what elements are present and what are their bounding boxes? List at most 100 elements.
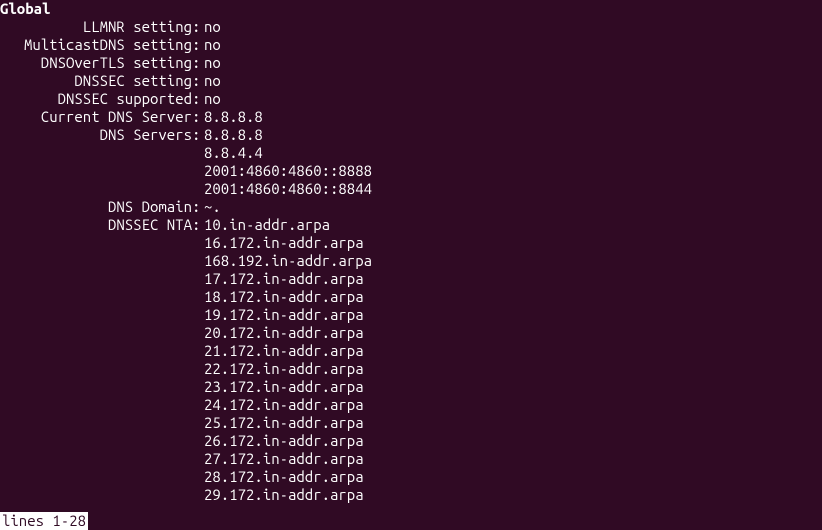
setting-row: DNS Domain:~. — [0, 198, 822, 216]
setting-label: DNSSEC setting — [0, 72, 192, 90]
colon-separator — [192, 378, 200, 396]
colon-separator: : — [192, 18, 200, 36]
setting-value: 2001:4860:4860::8888 — [200, 162, 372, 180]
colon-separator — [192, 306, 200, 324]
colon-separator — [192, 144, 200, 162]
setting-label — [0, 288, 192, 306]
setting-label — [0, 252, 192, 270]
setting-value: ~. — [200, 198, 221, 216]
colon-separator: : — [192, 198, 200, 216]
setting-label — [0, 324, 192, 342]
colon-separator — [192, 450, 200, 468]
setting-label: DNSSEC supported — [0, 90, 192, 108]
setting-label — [0, 450, 192, 468]
setting-label: MulticastDNS setting — [0, 36, 192, 54]
setting-row: Current DNS Server:8.8.8.8 — [0, 108, 822, 126]
setting-row: 16.172.in-addr.arpa — [0, 234, 822, 252]
setting-row: 20.172.in-addr.arpa — [0, 324, 822, 342]
setting-label — [0, 414, 192, 432]
setting-value: 8.8.4.4 — [200, 144, 263, 162]
setting-label: DNSOverTLS setting — [0, 54, 192, 72]
setting-value: 24.172.in-addr.arpa — [200, 396, 364, 414]
setting-row: 19.172.in-addr.arpa — [0, 306, 822, 324]
setting-value: 17.172.in-addr.arpa — [200, 270, 364, 288]
setting-value: no — [200, 18, 221, 36]
setting-row: DNS Servers:8.8.8.8 — [0, 126, 822, 144]
setting-row: DNSSEC NTA:10.in-addr.arpa — [0, 216, 822, 234]
colon-separator: : — [192, 36, 200, 54]
setting-row: 25.172.in-addr.arpa — [0, 414, 822, 432]
setting-label: DNS Domain — [0, 198, 192, 216]
colon-separator: : — [192, 54, 200, 72]
colon-separator — [192, 180, 200, 198]
setting-value: 10.in-addr.arpa — [200, 216, 330, 234]
setting-label — [0, 468, 192, 486]
colon-separator — [192, 414, 200, 432]
pager-status-line[interactable]: lines 1-28 — [0, 512, 88, 530]
colon-separator — [192, 162, 200, 180]
setting-value: 25.172.in-addr.arpa — [200, 414, 364, 432]
colon-separator: : — [192, 126, 200, 144]
setting-row: 27.172.in-addr.arpa — [0, 450, 822, 468]
setting-value: 21.172.in-addr.arpa — [200, 342, 364, 360]
setting-value: no — [200, 90, 221, 108]
setting-label — [0, 342, 192, 360]
colon-separator — [192, 360, 200, 378]
colon-separator — [192, 252, 200, 270]
setting-row: DNSSEC setting:no — [0, 72, 822, 90]
setting-label — [0, 486, 192, 504]
setting-value: 16.172.in-addr.arpa — [200, 234, 364, 252]
setting-row: LLMNR setting:no — [0, 18, 822, 36]
setting-row: 28.172.in-addr.arpa — [0, 468, 822, 486]
setting-value: 28.172.in-addr.arpa — [200, 468, 364, 486]
setting-label: DNS Servers — [0, 126, 192, 144]
setting-row: 17.172.in-addr.arpa — [0, 270, 822, 288]
colon-separator — [192, 288, 200, 306]
setting-row: 22.172.in-addr.arpa — [0, 360, 822, 378]
setting-label — [0, 162, 192, 180]
setting-label — [0, 396, 192, 414]
setting-row: 29.172.in-addr.arpa — [0, 486, 822, 504]
setting-value: 18.172.in-addr.arpa — [200, 288, 364, 306]
colon-separator: : — [192, 216, 200, 234]
setting-row: 23.172.in-addr.arpa — [0, 378, 822, 396]
setting-label: DNSSEC NTA — [0, 216, 192, 234]
setting-label: Current DNS Server — [0, 108, 192, 126]
setting-row: 24.172.in-addr.arpa — [0, 396, 822, 414]
setting-label — [0, 378, 192, 396]
setting-value: 26.172.in-addr.arpa — [200, 432, 364, 450]
setting-value: 27.172.in-addr.arpa — [200, 450, 364, 468]
setting-row: 21.172.in-addr.arpa — [0, 342, 822, 360]
colon-separator — [192, 324, 200, 342]
colon-separator — [192, 396, 200, 414]
setting-row: DNSOverTLS setting:no — [0, 54, 822, 72]
setting-label — [0, 180, 192, 198]
setting-value: 8.8.8.8 — [200, 108, 263, 126]
colon-separator: : — [192, 108, 200, 126]
setting-value: no — [200, 54, 221, 72]
colon-separator — [192, 486, 200, 504]
setting-value: 19.172.in-addr.arpa — [200, 306, 364, 324]
colon-separator — [192, 234, 200, 252]
setting-row: MulticastDNS setting:no — [0, 36, 822, 54]
colon-separator: : — [192, 90, 200, 108]
setting-value: no — [200, 72, 221, 90]
setting-row: 18.172.in-addr.arpa — [0, 288, 822, 306]
setting-label — [0, 432, 192, 450]
terminal-output: Global LLMNR setting:noMulticastDNS sett… — [0, 0, 822, 504]
setting-value: 23.172.in-addr.arpa — [200, 378, 364, 396]
colon-separator — [192, 270, 200, 288]
section-header: Global — [0, 0, 822, 18]
setting-row: 2001:4860:4860::8844 — [0, 180, 822, 198]
setting-value: 8.8.8.8 — [200, 126, 263, 144]
setting-row: 2001:4860:4860::8888 — [0, 162, 822, 180]
colon-separator: : — [192, 72, 200, 90]
setting-value: no — [200, 36, 221, 54]
settings-list: LLMNR setting:noMulticastDNS setting:noD… — [0, 18, 822, 504]
setting-row: 8.8.4.4 — [0, 144, 822, 162]
setting-label — [0, 270, 192, 288]
colon-separator — [192, 468, 200, 486]
setting-value: 168.192.in-addr.arpa — [200, 252, 372, 270]
setting-label: LLMNR setting — [0, 18, 192, 36]
setting-label — [0, 234, 192, 252]
